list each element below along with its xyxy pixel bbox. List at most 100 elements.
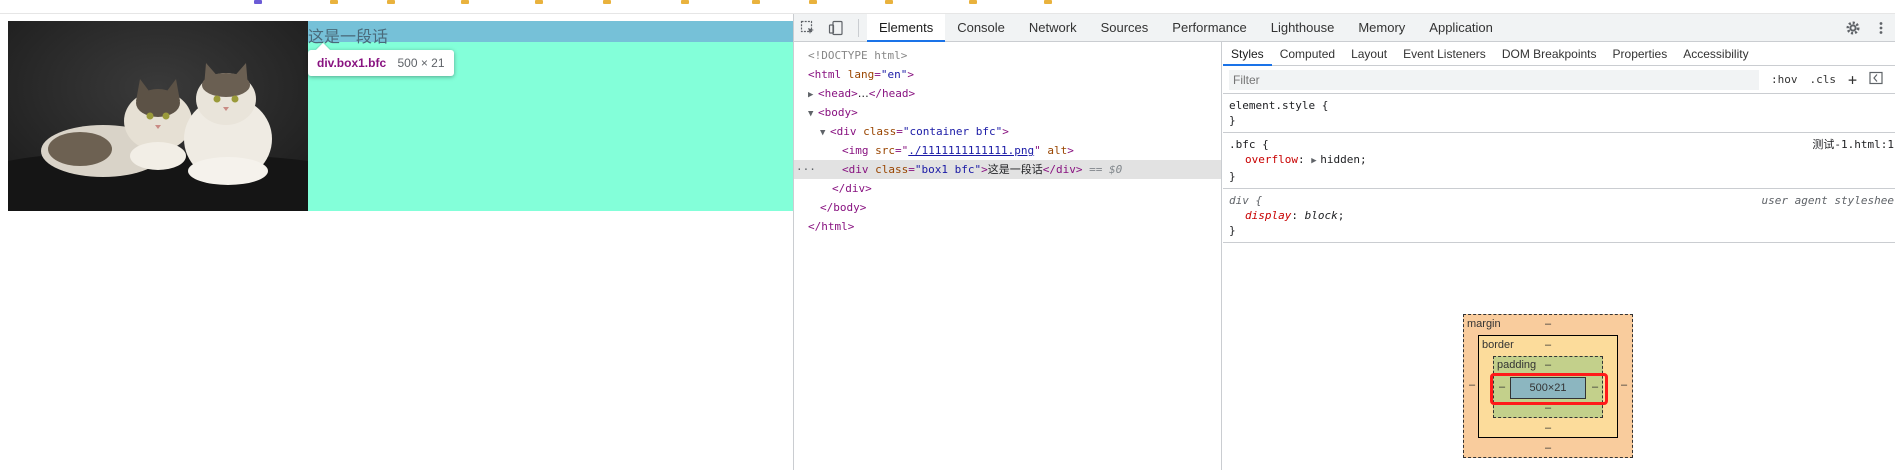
bookmark-icon[interactable] (603, 0, 611, 4)
img-tag: img (848, 144, 869, 157)
rule-close: } (1229, 114, 1236, 127)
html-close-tag: html (821, 220, 848, 233)
cls-toggle[interactable]: .cls (1810, 73, 1837, 86)
bookmark-icon[interactable] (752, 0, 760, 4)
tab-performance[interactable]: Performance (1160, 14, 1258, 42)
div-close-tag: div (1055, 163, 1076, 176)
property-value: block (1304, 209, 1338, 222)
property-name: overflow (1245, 153, 1298, 166)
toolbar-divider (858, 18, 859, 37)
tab-sources[interactable]: Sources (1089, 14, 1161, 42)
rule-source-link[interactable]: 测试-1.html:1 (1812, 137, 1894, 152)
settings-gear-icon[interactable] (1839, 14, 1867, 42)
margin-left-value[interactable]: – (1469, 379, 1475, 391)
tab-accessibility[interactable]: Accessibility (1675, 42, 1756, 66)
margin-top-value[interactable]: – (1545, 318, 1551, 330)
bookmark-icon[interactable] (330, 0, 338, 4)
box-class-value: "box1 bfc" (914, 163, 982, 176)
tooltip-size: 500 × 21 (397, 56, 445, 70)
body-node[interactable]: ▼ <body> (794, 103, 1221, 122)
new-rule-icon[interactable]: + (1848, 71, 1857, 89)
selected-marker: == $0 (1089, 163, 1123, 176)
html-node[interactable]: <html lang="en"> (794, 65, 1221, 84)
bookmark-icon[interactable] (809, 0, 817, 4)
bookmark-icon[interactable] (969, 0, 977, 4)
html-close-node[interactable]: </html> (794, 217, 1221, 236)
box-model-margin[interactable]: margin – – – – border – – padding – – – … (1463, 314, 1633, 458)
class-attr: class (863, 125, 897, 138)
tab-computed[interactable]: Computed (1272, 42, 1343, 66)
tab-application[interactable]: Application (1417, 14, 1505, 42)
img-src-link[interactable]: ./1111111111111.png (908, 144, 1034, 157)
alt-attr: alt (1047, 144, 1068, 157)
div-tag: div (836, 125, 857, 138)
border-top-value[interactable]: – (1545, 339, 1551, 351)
rule-selector: element.style { (1229, 99, 1329, 112)
head-close-tag: head (882, 87, 909, 100)
body-close-node[interactable]: </body> (794, 198, 1221, 217)
margin-label: margin (1467, 318, 1501, 330)
styles-filter-input[interactable] (1229, 69, 1759, 90)
styles-filter-row: :hov .cls + (1223, 66, 1895, 94)
src-attr: src (875, 144, 895, 157)
styles-pane: Styles Computed Layout Event Listeners D… (1223, 42, 1895, 470)
property-value: hidden (1320, 153, 1360, 166)
bookmark-icon[interactable] (885, 0, 893, 4)
container-div-node[interactable]: ▼ <div class="container bfc"> (794, 122, 1221, 141)
tab-properties[interactable]: Properties (1605, 42, 1676, 66)
toggle-sidebar-icon[interactable] (1869, 71, 1883, 88)
element-style-rule[interactable]: element.style { } (1223, 94, 1895, 133)
box1-text: 这是一段话 (308, 27, 389, 46)
div-tag: div (848, 163, 869, 176)
div-ua-rule[interactable]: div { user agent styleshee display: bloc… (1223, 189, 1895, 243)
tooltip-selector: div.box1.bfc (317, 56, 387, 70)
bookmark-icon[interactable] (1044, 0, 1052, 4)
head-tag: head (824, 87, 852, 100)
doctype-node[interactable]: <!DOCTYPE html> (794, 46, 1221, 65)
tab-memory[interactable]: Memory (1346, 14, 1417, 42)
tab-dom-breakpoints[interactable]: DOM Breakpoints (1494, 42, 1605, 66)
hov-toggle[interactable]: :hov (1771, 73, 1798, 86)
body-tag: body (824, 106, 852, 119)
page-viewport: 这是一段话 div.box1.bfc 500 × 21 (0, 14, 793, 470)
margin-right-value[interactable]: – (1621, 379, 1627, 391)
property-name: display (1245, 209, 1292, 222)
bookmark-icon[interactable] (387, 0, 395, 4)
margin-bottom-value[interactable]: – (1545, 442, 1551, 454)
tab-console[interactable]: Console (945, 14, 1017, 42)
devtools-panel: Elements Console Network Sources Perform… (793, 13, 1895, 470)
tab-elements[interactable]: Elements (867, 13, 946, 42)
head-node[interactable]: ▶ <head>…</head> (794, 84, 1221, 103)
bookmark-icon[interactable] (254, 0, 262, 4)
html-lang-value: "en" (880, 68, 908, 81)
node-actions-icon[interactable]: ··· (796, 160, 816, 179)
img-node[interactable]: <img src="./1111111111111.png" alt> (794, 141, 1221, 160)
expand-triangle-icon[interactable]: ▶ (1311, 154, 1320, 169)
devtools-toolbar: Elements Console Network Sources Perform… (794, 13, 1895, 42)
bookmark-icon[interactable] (681, 0, 689, 4)
rule-selector: .bfc { (1229, 138, 1269, 151)
border-label: border (1482, 339, 1514, 351)
box1-div-node[interactable]: ··· <div class="box1 bfc">这是一段话</div> ==… (794, 160, 1221, 179)
html-lang-attr: lang (847, 68, 875, 81)
device-toolbar-icon[interactable] (822, 14, 850, 42)
border-bottom-value[interactable]: – (1545, 422, 1551, 434)
container-close-node[interactable]: </div> (794, 179, 1221, 198)
tab-layout[interactable]: Layout (1343, 42, 1395, 66)
inspect-tooltip: div.box1.bfc 500 × 21 (308, 42, 454, 76)
padding-top-value[interactable]: – (1545, 359, 1551, 371)
padding-label: padding (1497, 359, 1537, 371)
css-property: display: block; (1245, 209, 1345, 222)
rule-close: } (1229, 224, 1236, 237)
tab-event-listeners[interactable]: Event Listeners (1395, 42, 1494, 66)
bfc-rule[interactable]: .bfc { 测试-1.html:1 overflow: ▶ hidden; } (1223, 133, 1895, 189)
inspect-element-icon[interactable] (794, 14, 822, 42)
sidebar-tabs: Styles Computed Layout Event Listeners D… (1223, 42, 1895, 66)
tab-styles[interactable]: Styles (1223, 42, 1272, 66)
more-options-icon[interactable] (1867, 14, 1895, 42)
bookmark-icon[interactable] (461, 0, 469, 4)
bookmark-icon[interactable] (535, 0, 543, 4)
css-property[interactable]: overflow: ▶ hidden; (1229, 152, 1890, 169)
tab-lighthouse[interactable]: Lighthouse (1259, 14, 1347, 42)
tab-network[interactable]: Network (1017, 14, 1089, 42)
